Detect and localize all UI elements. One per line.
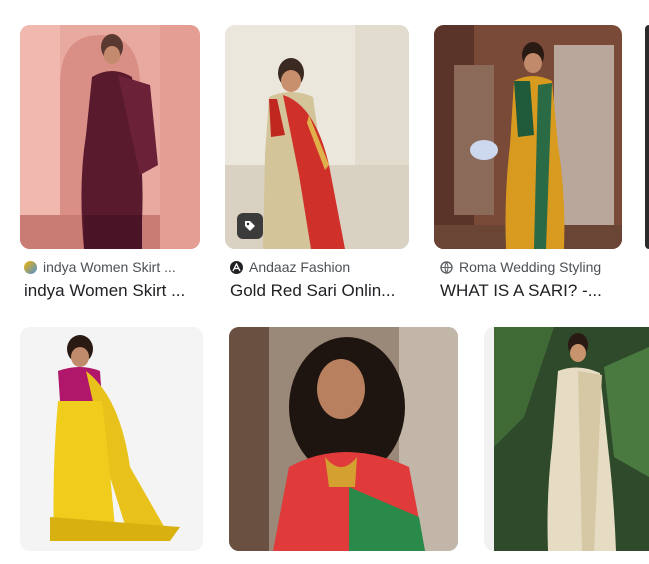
result-source-3[interactable]: Roma Wedding Styling [440, 259, 622, 275]
result-source-1[interactable]: indya Women Skirt ... [24, 259, 200, 275]
mustard-saree-image [434, 25, 622, 249]
source-label: Andaaz Fashion [249, 259, 351, 275]
source-label: indya Women Skirt ... [43, 259, 176, 275]
result-image-6[interactable] [484, 327, 649, 551]
result-image-5[interactable] [229, 327, 458, 551]
result-image-2[interactable] [225, 25, 409, 249]
result-source-2[interactable]: Andaaz Fashion [230, 259, 408, 275]
result-image-3[interactable] [434, 25, 622, 249]
shopping-tag-icon [237, 213, 263, 239]
result-image-1[interactable] [20, 25, 200, 249]
source-label: Roma Wedding Styling [459, 259, 602, 275]
yellow-saree-image [20, 327, 203, 551]
partial-image [645, 25, 649, 249]
result-image-partial-right[interactable] [645, 25, 649, 249]
andaaz-favicon-icon [230, 260, 243, 274]
result-title-2[interactable]: Gold Red Sari Onlin... [230, 281, 408, 301]
globe-icon [440, 260, 453, 274]
ivory-saree-image [484, 327, 649, 551]
result-title-1[interactable]: indya Women Skirt ... [24, 281, 200, 301]
indya-favicon-icon [24, 260, 37, 274]
result-image-4[interactable] [20, 327, 203, 551]
maroon-saree-image [20, 25, 200, 249]
result-title-3[interactable]: WHAT IS A SARI? -... [440, 281, 622, 301]
curly-hair-saree-image [229, 327, 458, 551]
